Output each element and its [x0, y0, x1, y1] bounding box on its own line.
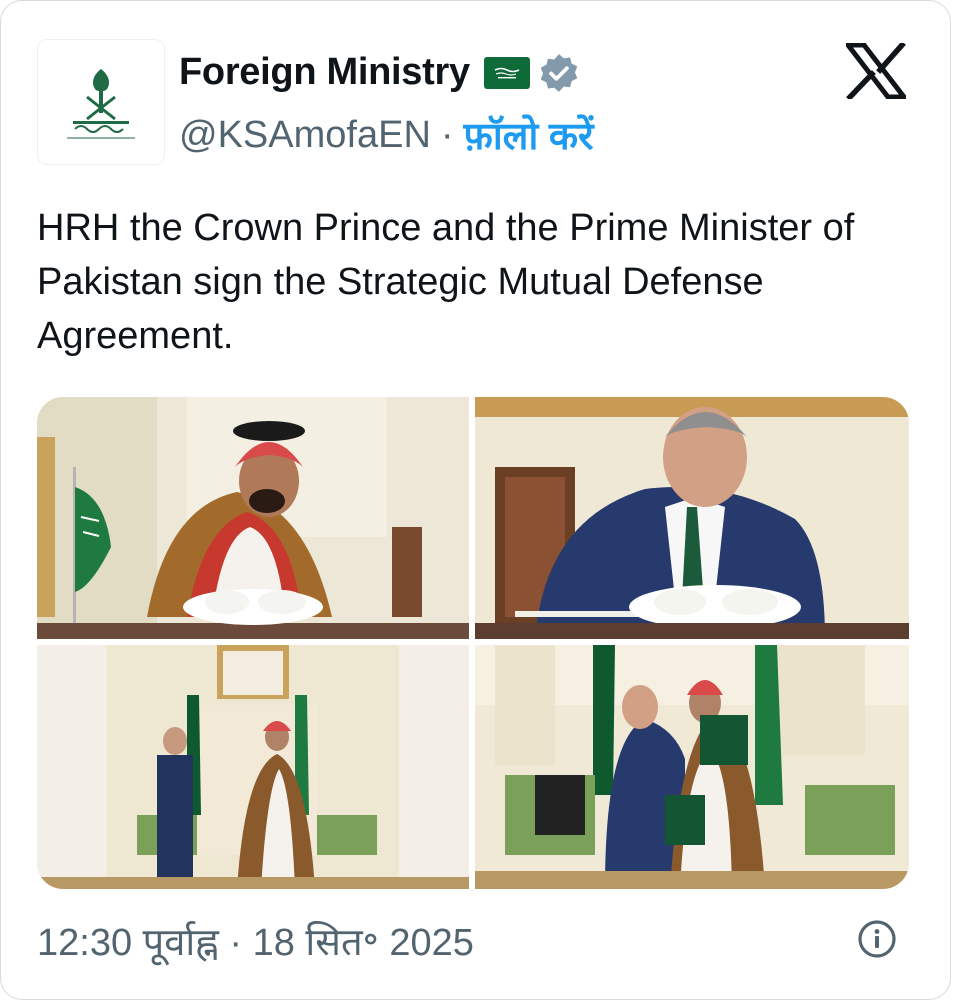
tweet-timestamp[interactable]: 12:30 पूर्वाह्न · 18 सित॰ 2025	[37, 915, 474, 967]
display-name[interactable]: Foreign Ministry	[179, 51, 470, 94]
display-name-row: Foreign Ministry	[179, 51, 580, 94]
photo-prime-minister-signing[interactable]	[475, 397, 909, 639]
follow-button[interactable]: फ़ॉलो करें	[464, 109, 594, 161]
photo-crown-prince-signing[interactable]	[37, 397, 469, 639]
tweet-card: Foreign Ministry @KSAmofaEN · फ़ॉलो करें…	[0, 0, 951, 1000]
photo-handshake[interactable]	[37, 645, 469, 889]
handle-row: @KSAmofaEN · फ़ॉलो करें	[179, 109, 594, 161]
saudi-emblem-icon	[67, 69, 135, 139]
photo-grid	[37, 397, 909, 889]
info-icon[interactable]	[857, 919, 897, 959]
saudi-flag-icon	[483, 56, 530, 89]
tweet-text: HRH the Crown Prince and the Prime Minis…	[37, 207, 855, 357]
verified-badge-icon	[540, 53, 578, 92]
avatar[interactable]	[37, 39, 165, 165]
photo-embrace[interactable]	[475, 645, 909, 889]
handle[interactable]: @KSAmofaEN	[179, 114, 431, 157]
x-logo-icon[interactable]	[846, 43, 906, 99]
separator: ·	[440, 113, 454, 156]
